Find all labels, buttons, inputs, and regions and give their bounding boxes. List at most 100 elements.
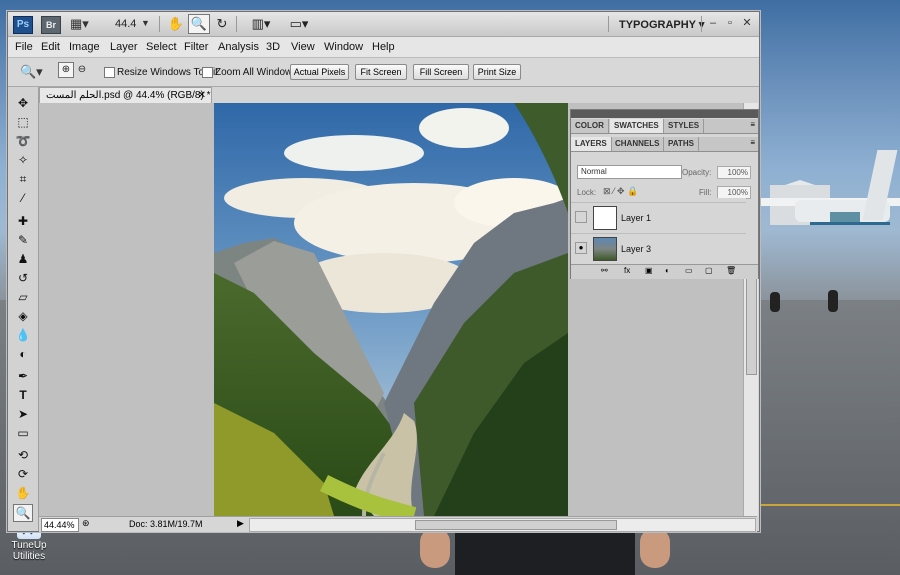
hand-tool-icon[interactable]: ✋ — [14, 485, 32, 501]
zoom-all-checkbox[interactable] — [202, 67, 213, 78]
print-size-button[interactable]: Print Size — [473, 64, 521, 80]
view-extras-icon[interactable]: ▦▾ — [70, 16, 89, 31]
menu-layer[interactable]: Layer — [110, 41, 138, 53]
link-layers-icon[interactable]: ⚯ — [601, 266, 608, 275]
tab-paths[interactable]: PATHS — [664, 137, 699, 151]
fill-label: Fill: — [699, 188, 712, 197]
adjustment-layer-icon[interactable]: ◐ — [665, 266, 670, 275]
menu-window[interactable]: Window — [324, 41, 363, 53]
divider — [608, 16, 609, 32]
hand-tool-icon[interactable]: ✋ — [165, 14, 187, 34]
panels-dock: COLOR SWATCHES STYLES ≡ LAYERS CHANNELS … — [570, 109, 759, 279]
type-tool-icon[interactable]: T — [14, 387, 32, 403]
3d-rotate-icon[interactable]: ⟲ — [14, 447, 32, 463]
panel-menu-icon[interactable]: ≡ — [750, 138, 755, 147]
screen-mode-icon[interactable]: ▭▾ — [283, 14, 315, 34]
status-bar: 44.44% ⊛ Doc: 3.81M/19.7M ▶ — [39, 516, 757, 532]
lock-icons[interactable]: ⊠ ⁄ ✥ 🔒 — [603, 186, 638, 197]
layer-mask-icon[interactable]: ▣ — [645, 266, 653, 275]
crop-tool-icon[interactable]: ⌗ — [14, 171, 32, 187]
minimize-icon[interactable]: – — [705, 15, 721, 31]
layer-row[interactable]: Layer 1 — [571, 202, 746, 233]
healing-brush-icon[interactable]: ✚ — [14, 213, 32, 229]
airplane-stripe — [810, 222, 890, 225]
eyedropper-tool-icon[interactable]: ⁄ — [14, 190, 32, 206]
menu-help[interactable]: Help — [372, 41, 395, 53]
new-group-icon[interactable]: ▭ — [685, 266, 693, 275]
path-selection-icon[interactable]: ➤ — [14, 406, 32, 422]
close-icon[interactable]: ✕ — [739, 15, 755, 31]
menu-view[interactable]: View — [291, 41, 315, 53]
menu-filter[interactable]: Filter — [184, 41, 208, 53]
desktop-icon-label: Utilities — [12, 551, 46, 562]
new-layer-icon[interactable]: ▢ — [705, 266, 713, 275]
tab-swatches[interactable]: SWATCHES — [610, 119, 664, 133]
opacity-field[interactable]: 100% — [717, 166, 751, 179]
zoom-tool-preset-icon[interactable]: 🔍▾ — [20, 64, 43, 79]
actual-pixels-button[interactable]: Actual Pixels — [290, 64, 349, 80]
document-tab[interactable]: الحلم المست.psd @ 44.4% (RGB/8) * ✕ — [39, 87, 212, 104]
shape-tool-icon[interactable]: ▭ — [14, 425, 32, 441]
pen-tool-icon[interactable]: ✒ — [14, 368, 32, 384]
status-options-icon[interactable]: ⊛ — [82, 518, 90, 529]
visibility-toggle[interactable] — [575, 211, 587, 223]
panel-header[interactable] — [571, 110, 758, 118]
blend-mode-select[interactable]: Normal — [577, 165, 682, 179]
fill-screen-button[interactable]: Fill Screen — [413, 64, 469, 80]
rotate-view-icon[interactable]: ↻ — [211, 14, 233, 34]
menu-edit[interactable]: Edit — [41, 41, 60, 53]
zoom-in-icon[interactable]: ⊕ — [58, 62, 74, 78]
zoom-level[interactable]: 44.4 — [115, 18, 136, 30]
horizontal-scroll-thumb[interactable] — [415, 520, 617, 530]
color-panel-tabs: COLOR SWATCHES STYLES ≡ — [571, 119, 758, 134]
menu-select[interactable]: Select — [146, 41, 177, 53]
eye-icon[interactable]: ● — [575, 242, 587, 254]
opacity-label: Opacity: — [682, 168, 712, 177]
layer-row[interactable]: ● Layer 3 — [571, 233, 746, 264]
clone-stamp-icon[interactable]: ♟ — [14, 251, 32, 267]
tab-color[interactable]: COLOR — [571, 119, 609, 133]
zoom-tool-icon[interactable]: 🔍 — [188, 14, 210, 34]
close-icon[interactable]: ✕ — [198, 88, 206, 104]
marquee-tool-icon[interactable]: ⬚ — [14, 114, 32, 130]
document-image[interactable] — [214, 103, 568, 516]
blur-tool-icon[interactable]: 💧 — [14, 327, 32, 343]
magic-wand-icon[interactable]: ✧ — [14, 152, 32, 168]
status-menu-arrow-icon[interactable]: ▶ — [237, 518, 244, 529]
menu-analysis[interactable]: Analysis — [218, 41, 259, 53]
zoom-tool-icon[interactable]: 🔍 — [13, 504, 33, 522]
layer-name: Layer 3 — [621, 244, 652, 254]
layer-style-icon[interactable]: fx — [624, 266, 630, 275]
workspace-switcher[interactable]: TYPOGRAPHY ▾ — [619, 18, 704, 31]
photoshop-logo-icon[interactable]: Ps — [13, 16, 33, 34]
eraser-tool-icon[interactable]: ▱ — [14, 289, 32, 305]
resize-windows-checkbox[interactable] — [104, 67, 115, 78]
tab-styles[interactable]: STYLES — [664, 119, 705, 133]
horizontal-scrollbar[interactable] — [249, 518, 756, 532]
lasso-tool-icon[interactable]: ➰ — [14, 133, 32, 149]
history-brush-icon[interactable]: ↺ — [14, 270, 32, 286]
delete-layer-icon[interactable]: 🗑 — [726, 266, 736, 275]
tab-layers[interactable]: LAYERS — [571, 137, 612, 151]
3d-orbit-icon[interactable]: ⟳ — [14, 466, 32, 482]
zoom-all-label: Zoom All Windows — [215, 67, 298, 78]
panel-menu-icon[interactable]: ≡ — [750, 120, 755, 129]
fit-screen-button[interactable]: Fit Screen — [355, 64, 407, 80]
zoom-out-icon[interactable]: ⊖ — [74, 62, 90, 78]
move-tool-icon[interactable]: ✥ — [14, 95, 32, 111]
layers-panel-footer: ⚯ fx ▣ ◐ ▭ ▢ 🗑 — [571, 264, 758, 279]
menu-file[interactable]: File — [15, 41, 33, 53]
brush-tool-icon[interactable]: ✎ — [14, 232, 32, 248]
arrange-documents-icon[interactable]: ▥▾ — [245, 14, 277, 34]
menu-bar: File Edit Image Layer Select Filter Anal… — [8, 37, 759, 58]
chevron-down-icon[interactable]: ▼ — [141, 16, 150, 31]
divider — [159, 16, 160, 32]
menu-3d[interactable]: 3D — [266, 41, 280, 53]
menu-image[interactable]: Image — [69, 41, 100, 53]
maximize-icon[interactable]: ▫ — [722, 15, 738, 31]
bridge-button[interactable]: Br — [41, 16, 61, 34]
tab-channels[interactable]: CHANNELS — [611, 137, 665, 151]
status-zoom-field[interactable]: 44.44% — [41, 518, 79, 532]
dodge-tool-icon[interactable]: ◐ — [14, 346, 32, 362]
paint-bucket-icon[interactable]: ◈ — [14, 308, 32, 324]
